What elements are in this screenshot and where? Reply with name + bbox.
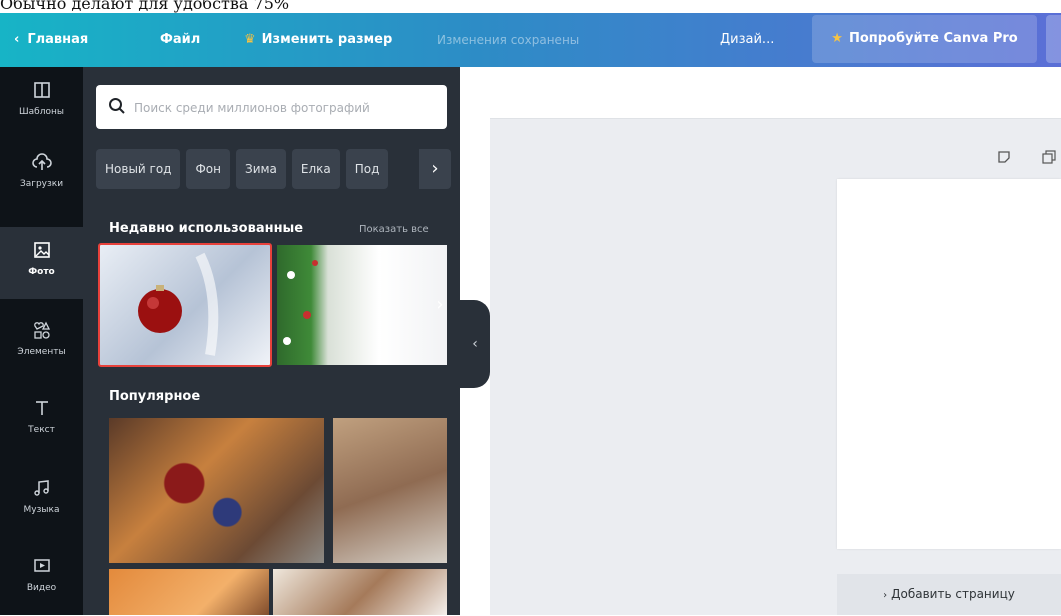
add-page-label: Добавить страницу: [891, 587, 1015, 601]
chevron-right-icon: ›: [883, 590, 888, 601]
fir-frame-image: [283, 260, 318, 345]
share-button[interactable]: [1046, 15, 1061, 63]
photo-icon: [0, 241, 83, 263]
top-bar: ‹ Главная Файл ♛ Изменить размер Изменения…: [0, 13, 1061, 67]
add-page-button[interactable]: › Добавить страницу: [837, 574, 1061, 615]
video-icon: [0, 557, 83, 579]
music-icon: [0, 479, 83, 501]
rail-item-text[interactable]: Текст: [0, 385, 83, 457]
search-box: [96, 85, 447, 131]
rail-item-music[interactable]: Музыка: [0, 465, 83, 537]
chevron-right-icon: ›: [431, 158, 439, 179]
rail-label: Фото: [28, 267, 55, 277]
chip-winter[interactable]: Зима: [236, 149, 286, 189]
ornament-image: [138, 252, 219, 356]
try-pro-label: Попробуйте Canva Pro: [848, 31, 1018, 46]
resize-label: Изменить размер: [261, 32, 393, 47]
popular-photo-people[interactable]: [109, 569, 269, 615]
popular-title: Популярное: [109, 389, 201, 404]
recent-next-button[interactable]: ›: [429, 285, 451, 325]
rail-label: Шаблоны: [19, 107, 64, 117]
chip-new-year[interactable]: Новый год: [96, 149, 181, 189]
duplicate-page-icon[interactable]: [1042, 150, 1061, 170]
chips-next-button[interactable]: ›: [419, 149, 451, 189]
search-icon: [109, 98, 125, 114]
rail-item-photos[interactable]: Фото: [0, 227, 83, 299]
home-button[interactable]: ‹ Главная: [14, 13, 88, 67]
collapse-panel-button[interactable]: ‹: [460, 300, 490, 388]
home-label: Главная: [27, 32, 89, 47]
editor-toolbar: [490, 67, 1061, 119]
elements-icon: [0, 321, 83, 343]
star-icon: ★: [831, 31, 843, 46]
chip-tree[interactable]: Елка: [291, 149, 340, 189]
popular-photo-group[interactable]: [273, 569, 447, 615]
rail-label: Музыка: [23, 505, 60, 515]
chip-background[interactable]: Фон: [186, 149, 230, 189]
popular-photo-tart[interactable]: [109, 418, 324, 563]
recent-title: Недавно использованные: [109, 221, 304, 236]
show-all-link[interactable]: Показать все: [359, 224, 429, 235]
search-input[interactable]: [132, 85, 441, 131]
upload-icon: [0, 153, 83, 175]
resize-button[interactable]: ♛ Изменить размер: [244, 13, 392, 67]
side-rail: Шаблоны Загрузки Фото Элементы Текст Муз…: [0, 67, 83, 615]
save-status: Изменения сохранены: [437, 33, 580, 47]
design-page[interactable]: [837, 179, 1061, 549]
suggestion-chips: Новый год Фон Зима Елка Под: [96, 149, 451, 189]
canvas-area: › Добавить страницу: [490, 67, 1061, 615]
rail-item-templates[interactable]: Шаблоны: [0, 67, 83, 139]
text-icon: [0, 399, 83, 421]
recent-photo-fir-frame[interactable]: [277, 245, 447, 365]
file-menu[interactable]: Файл: [160, 13, 200, 67]
rail-label: Видео: [26, 583, 57, 593]
templates-icon: [0, 81, 83, 103]
rail-label: Загрузки: [19, 179, 64, 189]
caption-text: Обычно делают для удобства 75%: [0, 0, 290, 13]
recent-photo-ornament[interactable]: [98, 243, 272, 367]
crown-icon: ♛: [244, 32, 256, 47]
photos-panel: Новый годФонЗимаЕлкаПод › Недавно исполь…: [83, 67, 460, 615]
chevron-right-icon: ›: [436, 294, 444, 315]
design-name[interactable]: Дизай...: [720, 13, 774, 67]
note-icon[interactable]: [997, 150, 1017, 170]
chevron-left-icon: ‹: [14, 32, 20, 47]
try-pro-button[interactable]: ★ Попробуйте Canva Pro: [812, 15, 1037, 63]
chevron-left-icon: ‹: [472, 336, 478, 352]
popular-photo-couple[interactable]: [333, 418, 447, 563]
rail-label: Элементы: [17, 347, 66, 357]
rail-item-uploads[interactable]: Загрузки: [0, 139, 83, 211]
rail-item-video[interactable]: Видео: [0, 543, 83, 615]
chip-gift[interactable]: Под: [345, 149, 389, 189]
rail-label: Текст: [28, 425, 55, 435]
rail-item-elements[interactable]: Элементы: [0, 307, 83, 379]
